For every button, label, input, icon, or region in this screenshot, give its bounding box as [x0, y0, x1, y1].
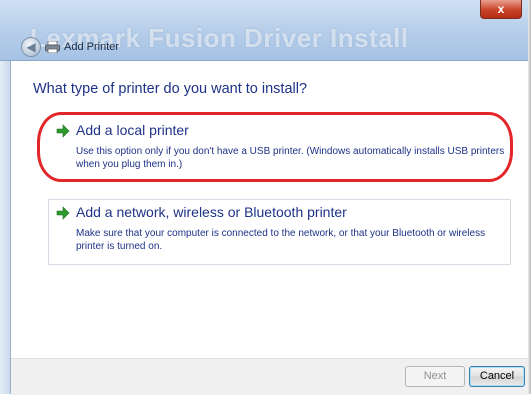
titlebar: Lexmark Fusion Driver Install x ◀ Add Pr…: [0, 0, 528, 61]
dialog-title: Add Printer: [64, 41, 120, 53]
option-local-printer-label: Add a local printer: [76, 122, 189, 138]
next-button[interactable]: Next: [405, 366, 465, 387]
close-button[interactable]: x: [480, 0, 522, 19]
green-arrow-icon: [56, 206, 70, 220]
back-arrow-icon: ◀: [26, 40, 36, 54]
printer-icon: [45, 41, 60, 53]
option-network-printer-description: Make sure that your computer is connecte…: [76, 228, 486, 252]
back-button[interactable]: ◀: [21, 37, 41, 57]
cancel-button[interactable]: Cancel: [469, 366, 525, 387]
option-network-printer[interactable]: Add a network, wireless or Bluetooth pri…: [48, 199, 511, 265]
page-heading: What type of printer do you want to inst…: [33, 81, 308, 97]
option-local-printer[interactable]: Add a local printer Use this option only…: [48, 117, 511, 183]
option-network-printer-label: Add a network, wireless or Bluetooth pri…: [76, 204, 347, 220]
green-arrow-icon: [56, 124, 70, 138]
option-local-printer-description: Use this option only if you don't have a…: [76, 146, 505, 170]
dialog-footer: Next Cancel: [11, 358, 528, 395]
